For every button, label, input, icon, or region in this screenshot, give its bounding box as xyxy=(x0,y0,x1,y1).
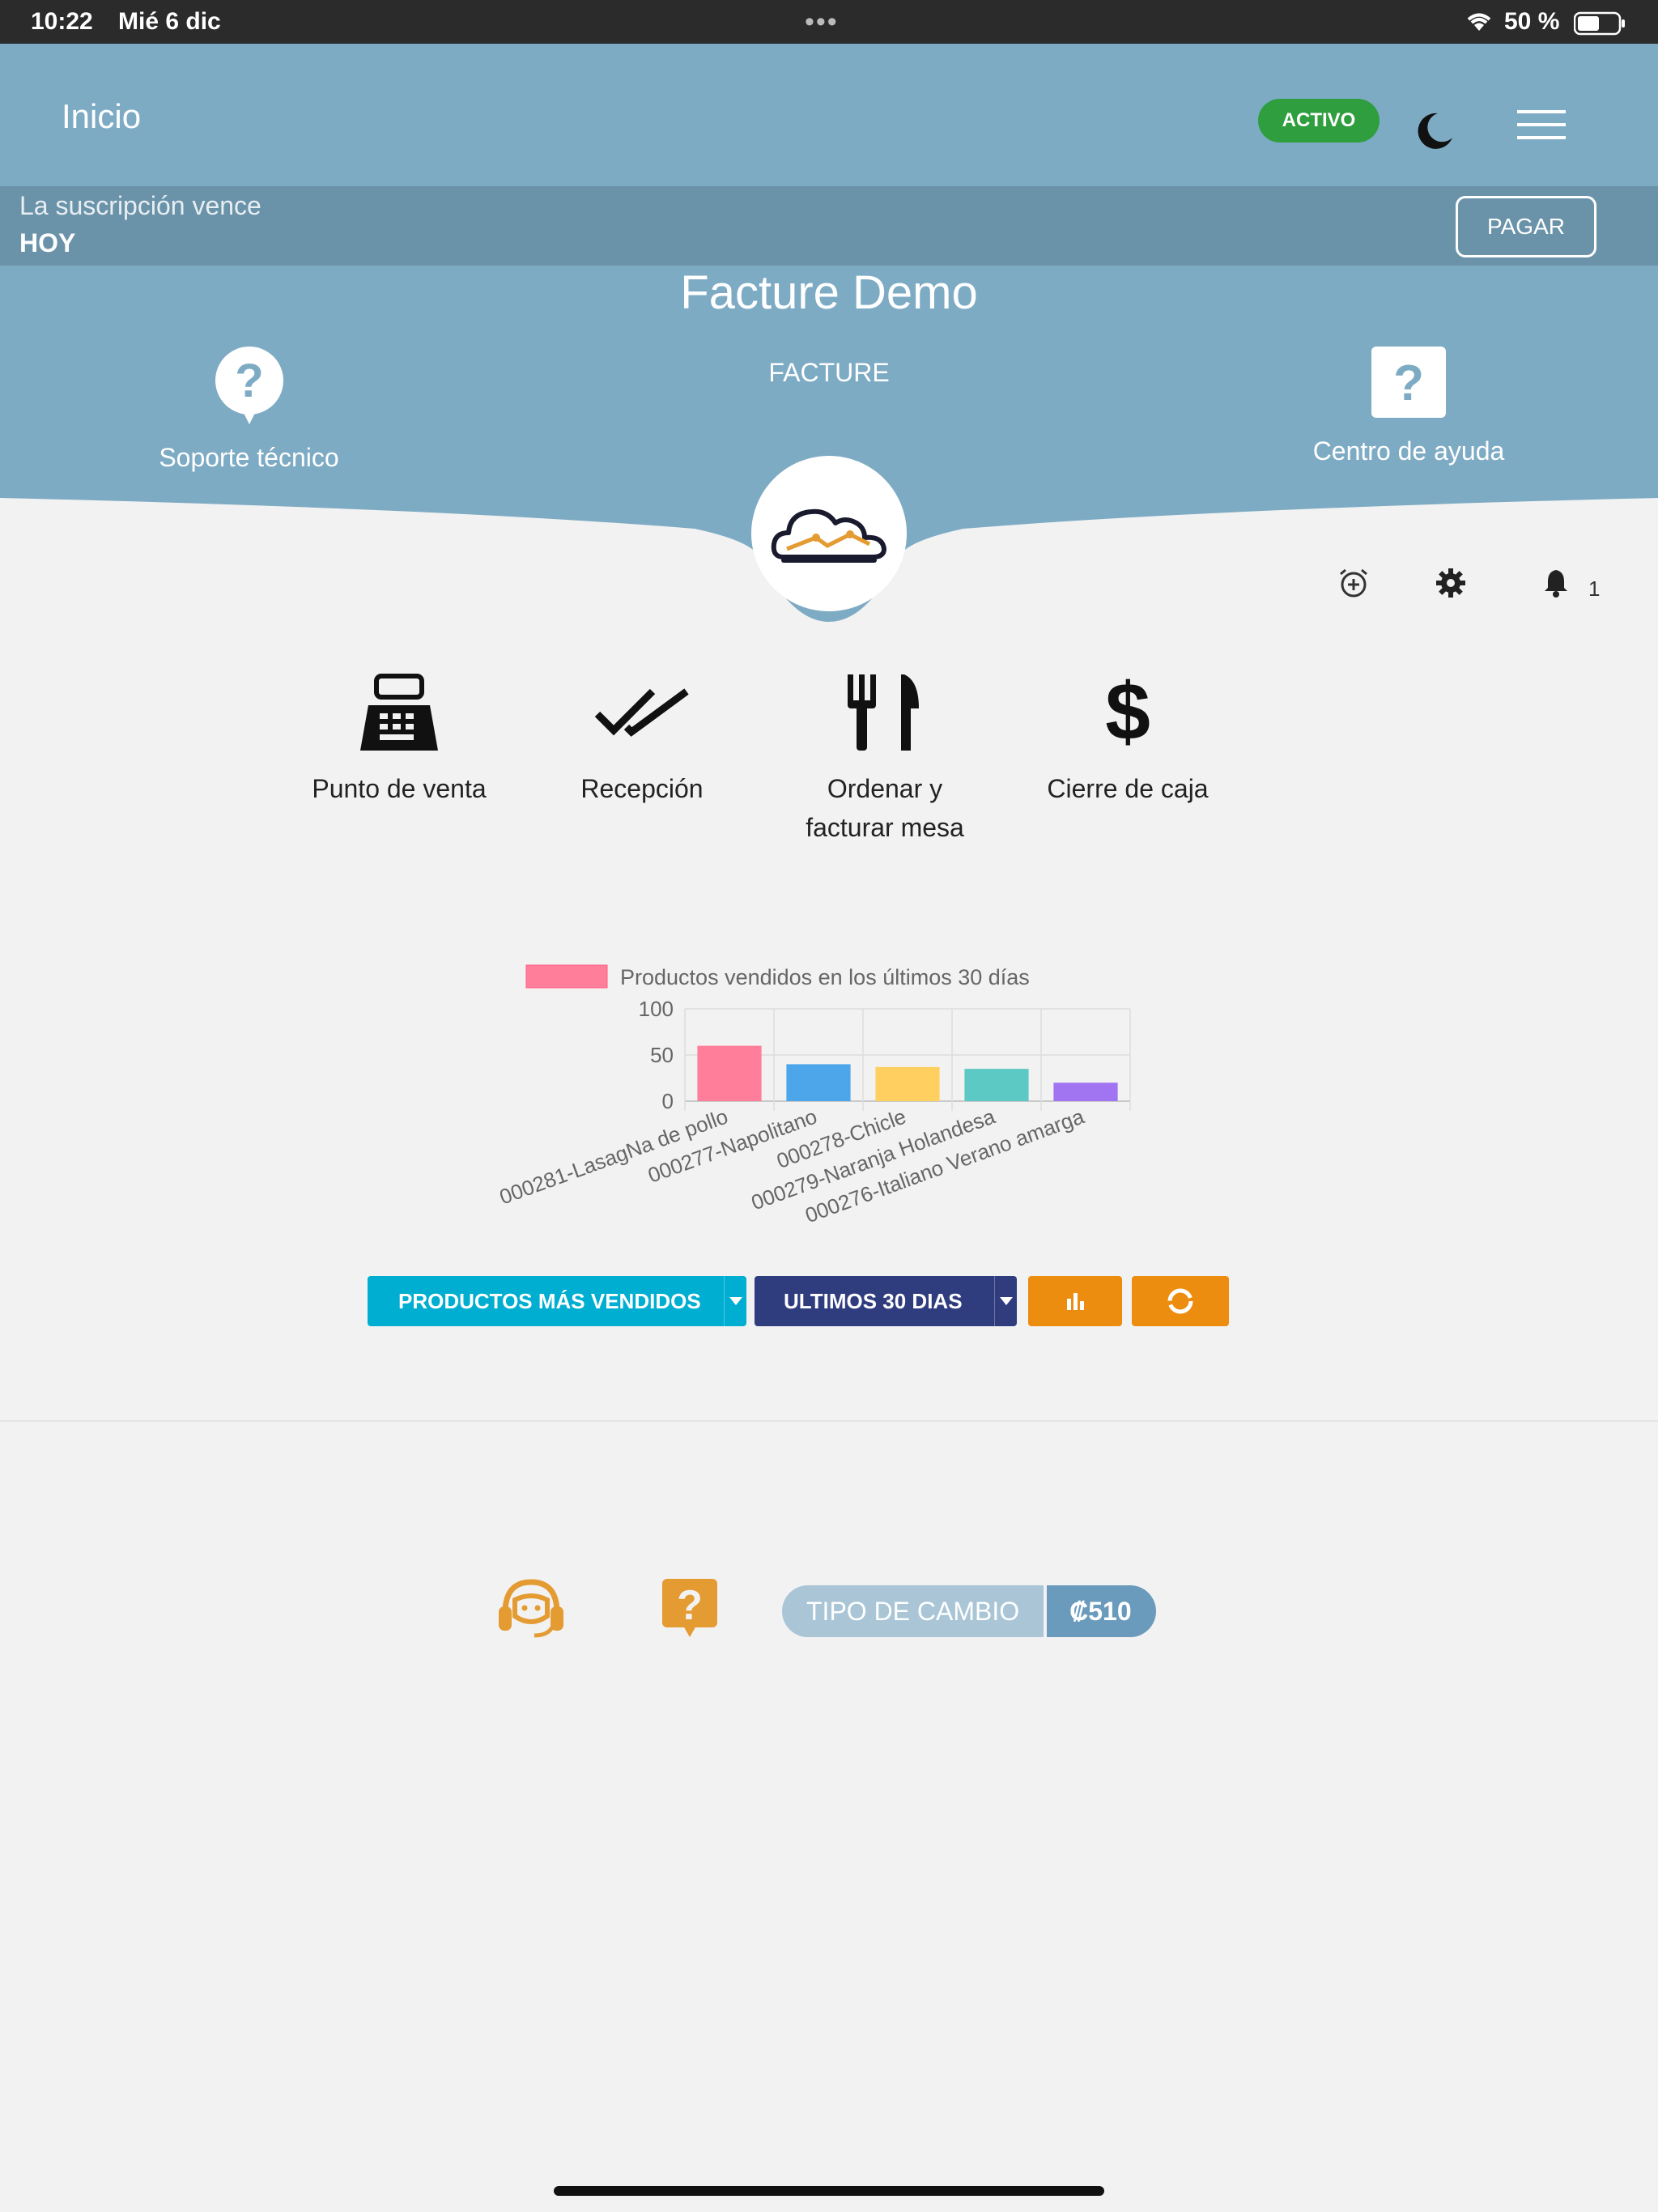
multitasking-dots-icon[interactable]: ••• xyxy=(805,6,839,38)
home-indicator xyxy=(554,2186,1104,2196)
section-divider xyxy=(0,1420,1658,1422)
help-center-link[interactable]: ? Centro de ayuda xyxy=(1287,347,1530,466)
chevron-down-icon xyxy=(724,1276,746,1326)
exchange-rate-value: ₡510 xyxy=(1047,1585,1156,1637)
period-select[interactable]: ULTIMOS 30 DIAS xyxy=(755,1276,1017,1326)
notification-count: 1 xyxy=(1588,576,1601,601)
help-square-icon: ? xyxy=(1371,347,1446,418)
app-header: Inicio ACTIVO xyxy=(0,44,1658,186)
status-badge: ACTIVO xyxy=(1258,99,1380,143)
battery-icon xyxy=(1574,11,1625,36)
period-value: ULTIMOS 30 DIAS xyxy=(784,1288,963,1313)
moon-icon[interactable] xyxy=(1407,102,1459,154)
shortcut-label: Recepción xyxy=(580,774,704,803)
subscription-due: HOY xyxy=(19,228,76,257)
refresh-button[interactable] xyxy=(1132,1276,1229,1326)
shortcut-pos[interactable]: Punto de venta xyxy=(282,669,517,808)
legend-swatch xyxy=(525,964,608,989)
company-name: Facture Demo xyxy=(680,266,978,319)
question-bubble-icon: ? xyxy=(215,347,283,424)
svg-text:?: ? xyxy=(235,355,263,407)
hamburger-menu-icon[interactable] xyxy=(1516,108,1567,141)
sales-chart: Productos vendidos en los últimos 30 día… xyxy=(496,964,1131,1227)
svg-text:?: ? xyxy=(677,1582,703,1629)
chart-bar[interactable] xyxy=(875,1066,940,1101)
subscription-bar: La suscripción vence HOY PAGAR xyxy=(0,186,1658,266)
bar-chart-icon xyxy=(1067,1293,1084,1310)
chart-bar[interactable] xyxy=(697,1045,762,1101)
shortcut-label: Ordenar y facturar mesa xyxy=(806,774,964,842)
legend-label: Productos vendidos en los últimos 30 día… xyxy=(620,965,1030,989)
support-link[interactable]: ? Soporte técnico xyxy=(138,347,360,473)
wifi-icon xyxy=(1467,13,1491,31)
fork-knife-icon xyxy=(848,674,919,751)
shortcut-reception[interactable]: Recepción xyxy=(525,669,759,808)
chart-bar[interactable] xyxy=(964,1069,1029,1101)
chart-bar[interactable] xyxy=(786,1064,851,1101)
status-date: Mié 6 dic xyxy=(118,8,221,35)
exchange-rate-pill: TIPO DE CAMBIO ₡510 xyxy=(782,1585,1156,1637)
dollar-icon: $ xyxy=(1105,674,1150,752)
cash-register-icon xyxy=(360,674,438,751)
pay-button[interactable]: PAGAR xyxy=(1456,196,1596,257)
status-bar: 10:22 Mié 6 dic ••• 50 % xyxy=(0,0,1658,44)
help-bubble-icon[interactable]: ? xyxy=(661,1577,719,1639)
svg-text:?: ? xyxy=(1393,355,1424,411)
support-agent-icon[interactable] xyxy=(495,1577,567,1639)
report-type-value: PRODUCTOS MÁS VENDIDOS xyxy=(398,1288,701,1313)
report-type-select[interactable]: PRODUCTOS MÁS VENDIDOS xyxy=(368,1276,746,1326)
refresh-icon xyxy=(1167,1288,1193,1314)
bell-icon[interactable] xyxy=(1541,567,1571,599)
y-tick-label: 0 xyxy=(662,1089,674,1113)
alarm-add-icon[interactable] xyxy=(1337,567,1370,599)
shortcut-label: Punto de venta xyxy=(312,774,487,803)
bar-chart-button[interactable] xyxy=(1028,1276,1122,1326)
exchange-rate-label: TIPO DE CAMBIO xyxy=(782,1585,1044,1637)
chevron-down-icon xyxy=(994,1276,1017,1326)
status-time: 10:22 xyxy=(31,8,93,35)
svg-text:$: $ xyxy=(1105,674,1150,752)
page-title: Inicio xyxy=(62,97,142,135)
battery-percent: 50 % xyxy=(1504,8,1560,35)
support-label: Soporte técnico xyxy=(159,443,339,472)
y-tick-label: 50 xyxy=(650,1043,674,1067)
chart-bar[interactable] xyxy=(1053,1083,1118,1101)
shortcut-cash-close[interactable]: $ Cierre de caja xyxy=(1010,669,1245,808)
help-label: Centro de ayuda xyxy=(1312,436,1505,466)
gear-icon[interactable] xyxy=(1435,567,1467,599)
cloud-logo-icon xyxy=(771,508,886,563)
company-section: Facture Demo FACTURE ? Soporte técnico ?… xyxy=(0,266,1658,630)
shortcut-table-order[interactable]: Ordenar y facturar mesa xyxy=(767,669,1002,847)
company-logo xyxy=(751,456,907,611)
shortcut-label: Cierre de caja xyxy=(1047,774,1209,803)
double-check-icon xyxy=(594,688,689,737)
y-tick-label: 100 xyxy=(639,997,674,1021)
subscription-message: La suscripción vence xyxy=(19,191,261,220)
